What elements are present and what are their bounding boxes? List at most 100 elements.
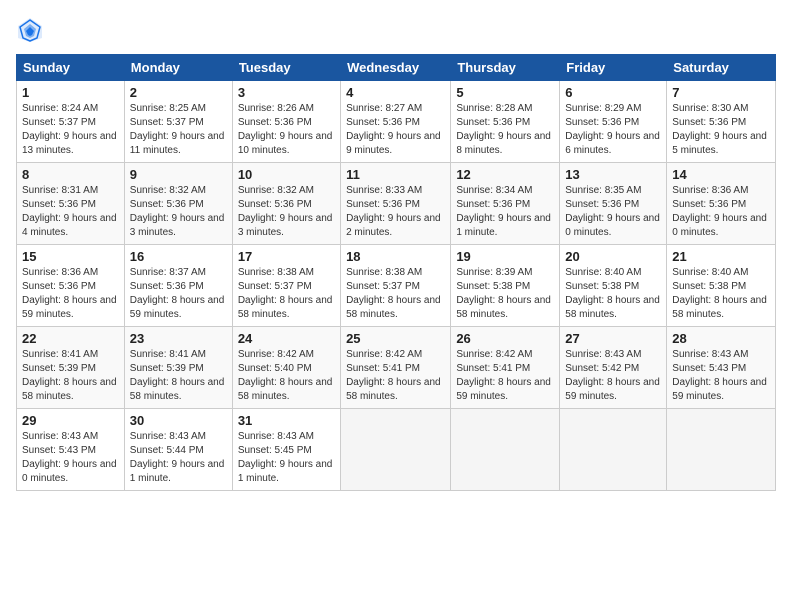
calendar-week-row: 22 Sunrise: 8:41 AMSunset: 5:39 PMDaylig…	[17, 327, 776, 409]
weekday-header: Monday	[124, 55, 232, 81]
day-info: Sunrise: 8:26 AMSunset: 5:36 PMDaylight:…	[238, 103, 333, 156]
logo-icon	[16, 16, 44, 44]
calendar-cell: 11 Sunrise: 8:33 AMSunset: 5:36 PMDaylig…	[341, 163, 451, 245]
calendar-week-row: 8 Sunrise: 8:31 AMSunset: 5:36 PMDayligh…	[17, 163, 776, 245]
day-number: 24	[238, 331, 335, 346]
day-number: 30	[130, 413, 227, 428]
day-info: Sunrise: 8:43 AMSunset: 5:42 PMDaylight:…	[565, 349, 660, 402]
calendar-cell	[560, 409, 667, 491]
day-number: 4	[346, 85, 445, 100]
day-number: 31	[238, 413, 335, 428]
day-number: 12	[456, 167, 554, 182]
calendar-cell: 4 Sunrise: 8:27 AMSunset: 5:36 PMDayligh…	[341, 81, 451, 163]
day-number: 6	[565, 85, 661, 100]
day-number: 22	[22, 331, 119, 346]
calendar-week-row: 15 Sunrise: 8:36 AMSunset: 5:36 PMDaylig…	[17, 245, 776, 327]
day-info: Sunrise: 8:43 AMSunset: 5:43 PMDaylight:…	[22, 431, 117, 484]
day-info: Sunrise: 8:41 AMSunset: 5:39 PMDaylight:…	[130, 349, 225, 402]
calendar-cell: 16 Sunrise: 8:37 AMSunset: 5:36 PMDaylig…	[124, 245, 232, 327]
day-number: 17	[238, 249, 335, 264]
day-info: Sunrise: 8:31 AMSunset: 5:36 PMDaylight:…	[22, 185, 117, 238]
day-info: Sunrise: 8:40 AMSunset: 5:38 PMDaylight:…	[672, 267, 767, 320]
calendar-cell: 14 Sunrise: 8:36 AMSunset: 5:36 PMDaylig…	[667, 163, 776, 245]
calendar-week-row: 1 Sunrise: 8:24 AMSunset: 5:37 PMDayligh…	[17, 81, 776, 163]
calendar-cell: 7 Sunrise: 8:30 AMSunset: 5:36 PMDayligh…	[667, 81, 776, 163]
day-number: 10	[238, 167, 335, 182]
calendar-cell: 22 Sunrise: 8:41 AMSunset: 5:39 PMDaylig…	[17, 327, 125, 409]
calendar-cell: 30 Sunrise: 8:43 AMSunset: 5:44 PMDaylig…	[124, 409, 232, 491]
day-number: 27	[565, 331, 661, 346]
calendar-cell: 6 Sunrise: 8:29 AMSunset: 5:36 PMDayligh…	[560, 81, 667, 163]
calendar-cell	[341, 409, 451, 491]
calendar-week-row: 29 Sunrise: 8:43 AMSunset: 5:43 PMDaylig…	[17, 409, 776, 491]
day-info: Sunrise: 8:43 AMSunset: 5:43 PMDaylight:…	[672, 349, 767, 402]
header	[16, 16, 776, 44]
weekday-header: Tuesday	[232, 55, 340, 81]
day-number: 9	[130, 167, 227, 182]
day-info: Sunrise: 8:25 AMSunset: 5:37 PMDaylight:…	[130, 103, 225, 156]
calendar-cell: 23 Sunrise: 8:41 AMSunset: 5:39 PMDaylig…	[124, 327, 232, 409]
day-info: Sunrise: 8:38 AMSunset: 5:37 PMDaylight:…	[346, 267, 441, 320]
day-number: 26	[456, 331, 554, 346]
day-number: 3	[238, 85, 335, 100]
day-info: Sunrise: 8:34 AMSunset: 5:36 PMDaylight:…	[456, 185, 551, 238]
day-number: 13	[565, 167, 661, 182]
calendar-header-row: SundayMondayTuesdayWednesdayThursdayFrid…	[17, 55, 776, 81]
day-number: 8	[22, 167, 119, 182]
calendar-cell: 27 Sunrise: 8:43 AMSunset: 5:42 PMDaylig…	[560, 327, 667, 409]
day-info: Sunrise: 8:43 AMSunset: 5:44 PMDaylight:…	[130, 431, 225, 484]
day-info: Sunrise: 8:27 AMSunset: 5:36 PMDaylight:…	[346, 103, 441, 156]
calendar-cell: 9 Sunrise: 8:32 AMSunset: 5:36 PMDayligh…	[124, 163, 232, 245]
day-number: 1	[22, 85, 119, 100]
day-number: 18	[346, 249, 445, 264]
calendar-cell: 21 Sunrise: 8:40 AMSunset: 5:38 PMDaylig…	[667, 245, 776, 327]
calendar-cell	[451, 409, 560, 491]
calendar-cell: 26 Sunrise: 8:42 AMSunset: 5:41 PMDaylig…	[451, 327, 560, 409]
weekday-header: Friday	[560, 55, 667, 81]
day-info: Sunrise: 8:42 AMSunset: 5:40 PMDaylight:…	[238, 349, 333, 402]
calendar-cell: 3 Sunrise: 8:26 AMSunset: 5:36 PMDayligh…	[232, 81, 340, 163]
calendar-cell: 8 Sunrise: 8:31 AMSunset: 5:36 PMDayligh…	[17, 163, 125, 245]
day-info: Sunrise: 8:35 AMSunset: 5:36 PMDaylight:…	[565, 185, 660, 238]
calendar-cell: 24 Sunrise: 8:42 AMSunset: 5:40 PMDaylig…	[232, 327, 340, 409]
day-info: Sunrise: 8:41 AMSunset: 5:39 PMDaylight:…	[22, 349, 117, 402]
calendar-cell: 19 Sunrise: 8:39 AMSunset: 5:38 PMDaylig…	[451, 245, 560, 327]
calendar-cell: 29 Sunrise: 8:43 AMSunset: 5:43 PMDaylig…	[17, 409, 125, 491]
calendar-table: SundayMondayTuesdayWednesdayThursdayFrid…	[16, 54, 776, 491]
day-number: 14	[672, 167, 770, 182]
day-number: 23	[130, 331, 227, 346]
calendar-cell: 17 Sunrise: 8:38 AMSunset: 5:37 PMDaylig…	[232, 245, 340, 327]
calendar-cell	[667, 409, 776, 491]
weekday-header: Sunday	[17, 55, 125, 81]
calendar-cell: 20 Sunrise: 8:40 AMSunset: 5:38 PMDaylig…	[560, 245, 667, 327]
logo	[16, 16, 48, 44]
day-info: Sunrise: 8:42 AMSunset: 5:41 PMDaylight:…	[346, 349, 441, 402]
day-info: Sunrise: 8:30 AMSunset: 5:36 PMDaylight:…	[672, 103, 767, 156]
calendar-cell: 31 Sunrise: 8:43 AMSunset: 5:45 PMDaylig…	[232, 409, 340, 491]
day-number: 25	[346, 331, 445, 346]
day-info: Sunrise: 8:32 AMSunset: 5:36 PMDaylight:…	[238, 185, 333, 238]
day-number: 2	[130, 85, 227, 100]
day-info: Sunrise: 8:33 AMSunset: 5:36 PMDaylight:…	[346, 185, 441, 238]
day-info: Sunrise: 8:24 AMSunset: 5:37 PMDaylight:…	[22, 103, 117, 156]
calendar-cell: 1 Sunrise: 8:24 AMSunset: 5:37 PMDayligh…	[17, 81, 125, 163]
day-info: Sunrise: 8:36 AMSunset: 5:36 PMDaylight:…	[22, 267, 117, 320]
calendar-cell: 15 Sunrise: 8:36 AMSunset: 5:36 PMDaylig…	[17, 245, 125, 327]
calendar-cell: 25 Sunrise: 8:42 AMSunset: 5:41 PMDaylig…	[341, 327, 451, 409]
day-number: 21	[672, 249, 770, 264]
day-info: Sunrise: 8:43 AMSunset: 5:45 PMDaylight:…	[238, 431, 333, 484]
day-number: 28	[672, 331, 770, 346]
calendar-cell: 28 Sunrise: 8:43 AMSunset: 5:43 PMDaylig…	[667, 327, 776, 409]
weekday-header: Saturday	[667, 55, 776, 81]
day-number: 11	[346, 167, 445, 182]
day-number: 15	[22, 249, 119, 264]
day-info: Sunrise: 8:38 AMSunset: 5:37 PMDaylight:…	[238, 267, 333, 320]
day-info: Sunrise: 8:32 AMSunset: 5:36 PMDaylight:…	[130, 185, 225, 238]
day-info: Sunrise: 8:37 AMSunset: 5:36 PMDaylight:…	[130, 267, 225, 320]
calendar-cell: 2 Sunrise: 8:25 AMSunset: 5:37 PMDayligh…	[124, 81, 232, 163]
weekday-header: Thursday	[451, 55, 560, 81]
day-info: Sunrise: 8:40 AMSunset: 5:38 PMDaylight:…	[565, 267, 660, 320]
day-number: 16	[130, 249, 227, 264]
day-info: Sunrise: 8:29 AMSunset: 5:36 PMDaylight:…	[565, 103, 660, 156]
day-number: 19	[456, 249, 554, 264]
